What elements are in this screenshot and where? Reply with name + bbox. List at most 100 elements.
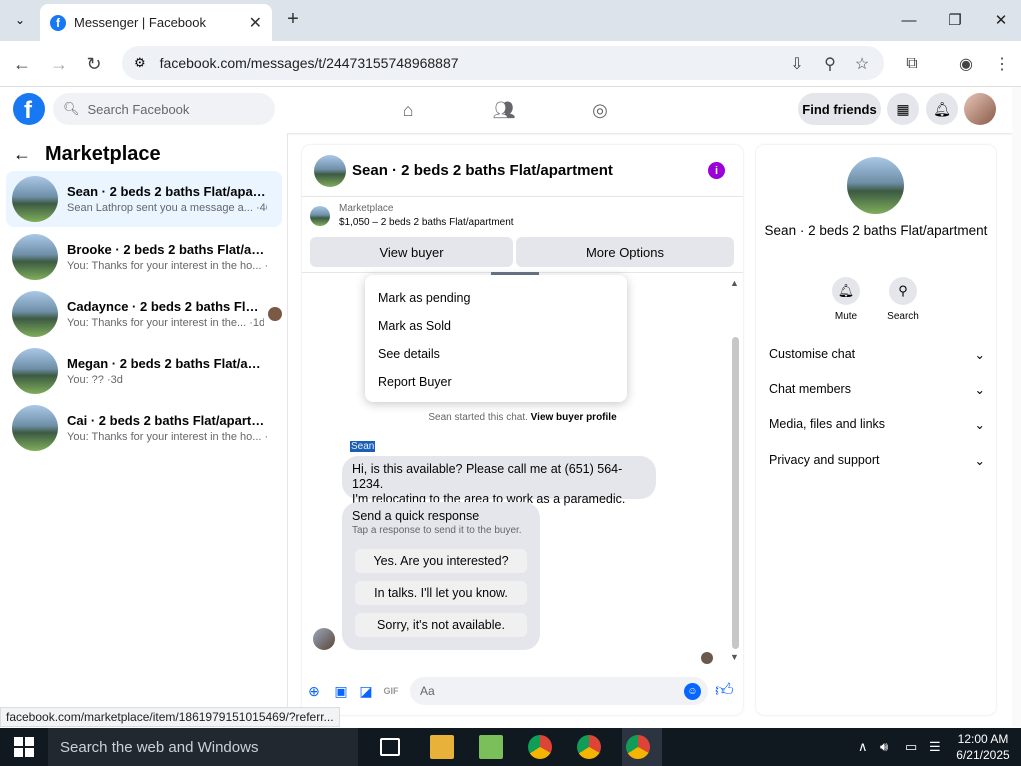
clock-time: 12:00 AM xyxy=(957,732,1009,746)
chat-header: Sean · 2 beds 2 baths Flat/apartment xyxy=(302,145,743,197)
chrome-active-icon[interactable] xyxy=(626,735,650,759)
emoji-icon[interactable]: ☺ xyxy=(684,683,701,700)
find-friends-button[interactable]: Find friends xyxy=(798,93,881,125)
profile-icon[interactable]: ◉ xyxy=(951,49,981,79)
panel-title: Marketplace xyxy=(45,143,161,165)
address-bar[interactable]: ⚙ facebook.com/messages/t/24473155748968… xyxy=(122,46,884,80)
menu-item-report-buyer[interactable]: Report Buyer xyxy=(365,368,627,396)
scroll-down-arrow-icon[interactable]: ▼ xyxy=(730,652,739,662)
chat-panel: Sean · 2 beds 2 baths Flat/apartment i M… xyxy=(302,145,743,715)
page-scrollbar[interactable] xyxy=(1012,87,1021,727)
back-icon[interactable]: ← xyxy=(7,49,37,79)
thumbs-up-icon[interactable]: 👍︎ xyxy=(715,679,734,701)
conversation-preview: You: Thanks for your interest in the... … xyxy=(67,317,265,329)
zoom-icon[interactable]: ⚲ xyxy=(815,49,845,79)
chat-info-panel: Sean · 2 beds 2 baths Flat/apartment 🔔︎ … xyxy=(756,145,996,715)
section-privacy-support[interactable]: Privacy and support ⌄ xyxy=(769,450,985,470)
facebook-favicon-icon: f xyxy=(50,14,66,31)
info-icon[interactable]: i xyxy=(708,162,725,179)
quick-response-button[interactable]: Sorry, it's not available. xyxy=(355,613,527,637)
notification-center-icon[interactable]: ☰ xyxy=(929,739,941,755)
browser-tab[interactable]: f Messenger | Facebook ✕ xyxy=(40,4,272,41)
sender-avatar[interactable] xyxy=(313,628,335,650)
message-input[interactable]: Aa xyxy=(410,677,708,705)
file-explorer-icon[interactable] xyxy=(430,735,454,759)
install-app-icon[interactable]: ⇩ xyxy=(782,49,812,79)
minimize-icon[interactable]: — xyxy=(886,0,932,40)
tab-search-chevron-icon[interactable]: ⌄ xyxy=(8,8,32,32)
sticker-icon[interactable]: ◪ xyxy=(354,679,378,703)
conversation-list-panel: ← Marketplace Sean · 2 beds 2 baths Flat… xyxy=(0,133,288,711)
site-info-icon[interactable]: ⚙ xyxy=(134,55,146,71)
mute-label: Mute xyxy=(834,311,858,322)
photo-icon[interactable]: ▣ xyxy=(329,679,353,703)
windows-start-icon[interactable] xyxy=(14,737,34,757)
marketplace-listing-info[interactable]: Marketplace $1,050 – 2 beds 2 baths Flat… xyxy=(310,203,514,228)
section-chat-members[interactable]: Chat members ⌄ xyxy=(769,379,985,399)
bookmark-star-icon[interactable]: ☆ xyxy=(847,49,877,79)
notifications-bell-icon[interactable]: 🔔︎ xyxy=(926,93,958,125)
facebook-logo-icon[interactable]: f xyxy=(13,93,45,125)
mute-button[interactable]: 🔔︎ Mute xyxy=(826,277,866,322)
reload-icon[interactable]: ↻ xyxy=(79,49,109,79)
listing-name: Sean · 2 beds 2 baths Flat/apartment xyxy=(764,223,988,238)
bell-icon: 🔔︎ xyxy=(832,277,860,305)
seen-avatar xyxy=(268,307,282,321)
tab-close-icon[interactable]: ✕ xyxy=(249,13,262,33)
section-media-files[interactable]: Media, files and links ⌄ xyxy=(769,414,985,434)
menu-item-mark-sold[interactable]: Mark as Sold xyxy=(365,312,627,340)
groups-icon[interactable]: ◎ xyxy=(585,96,615,124)
menu-grid-icon[interactable]: ▦ xyxy=(887,93,919,125)
conversation-preview: You: ?? ·3d xyxy=(67,374,123,386)
conversation-item[interactable]: Megan · 2 beds 2 baths Flat/apart... You:… xyxy=(6,343,282,399)
conversation-name: Cadaynce · 2 beds 2 baths Flat/a... xyxy=(67,299,265,314)
conversation-item[interactable]: Sean · 2 beds 2 baths Flat/apartme... Sea… xyxy=(6,171,282,227)
listing-large-thumbnail xyxy=(847,157,904,214)
chrome-profile-icon[interactable] xyxy=(577,735,601,759)
friends-icon[interactable]: 👥︎ xyxy=(489,96,519,124)
conversation-preview: You: Thanks for your interest in the ho.… xyxy=(67,431,267,443)
more-options-menu: Mark as pending Mark as Sold See details… xyxy=(365,275,627,402)
chrome-menu-icon[interactable]: ⋮ xyxy=(987,49,1017,79)
tray-chevron-icon[interactable]: ∧ xyxy=(858,739,868,755)
chat-title[interactable]: Sean · 2 beds 2 baths Flat/apartment xyxy=(352,162,613,179)
maximize-icon[interactable]: ❐ xyxy=(932,0,978,40)
quick-response-button[interactable]: In talks. I'll let you know. xyxy=(355,581,527,605)
maps-app-icon[interactable] xyxy=(479,735,503,759)
view-buyer-profile-link[interactable]: View buyer profile xyxy=(531,412,617,423)
close-window-icon[interactable]: ✕ xyxy=(978,0,1021,40)
extensions-icon[interactable]: ⧉ xyxy=(897,49,927,79)
menu-item-mark-pending[interactable]: Mark as pending xyxy=(365,284,627,312)
taskbar-search-text: Search the web and Windows xyxy=(60,738,259,756)
system-clock[interactable]: 12:00 AM 6/21/2025 xyxy=(948,731,1018,763)
gif-icon[interactable]: GIF xyxy=(379,679,403,703)
back-arrow-icon[interactable]: ← xyxy=(13,144,31,165)
started-text: Sean started this chat. xyxy=(428,412,528,423)
facebook-search-input[interactable]: 🔍︎ Search Facebook xyxy=(53,93,275,125)
home-icon[interactable]: ⌂ xyxy=(393,96,423,124)
new-tab-icon[interactable]: + xyxy=(282,8,304,30)
plus-icon[interactable]: ⊕ xyxy=(302,679,326,703)
menu-item-see-details[interactable]: See details xyxy=(365,340,627,368)
more-options-button[interactable]: More Options xyxy=(516,237,734,267)
conversation-preview: You: Thanks for your interest in the ho.… xyxy=(67,260,267,272)
taskbar-search-box[interactable]: Search the web and Windows xyxy=(48,728,358,766)
conversation-item[interactable]: Cai · 2 beds 2 baths Flat/apartment You: … xyxy=(6,400,282,456)
account-avatar[interactable] xyxy=(964,93,996,125)
chrome-icon[interactable] xyxy=(528,735,552,759)
view-buyer-button[interactable]: View buyer xyxy=(310,237,513,267)
listing-thumbnail xyxy=(12,405,58,451)
conversation-item[interactable]: Brooke · 2 beds 2 baths Flat/apart... You… xyxy=(6,229,282,285)
task-view-icon[interactable] xyxy=(380,738,400,756)
network-icon[interactable]: ▭ xyxy=(905,739,917,755)
volume-icon[interactable]: 🔊︎ xyxy=(880,739,888,755)
search-conversation-button[interactable]: ⚲ Search xyxy=(883,277,923,322)
scroll-up-arrow-icon[interactable]: ▲ xyxy=(730,278,739,288)
section-customise-chat[interactable]: Customise chat ⌄ xyxy=(769,344,985,364)
facebook-header: f 🔍︎ Search Facebook ⌂ 👥︎ ◎ Find friends… xyxy=(0,87,1012,133)
chat-scrollbar-thumb[interactable] xyxy=(732,337,739,649)
forward-icon[interactable]: → xyxy=(44,49,74,79)
conversation-item[interactable]: Cadaynce · 2 beds 2 baths Flat/a... You: … xyxy=(6,286,282,342)
quick-response-button[interactable]: Yes. Are you interested? xyxy=(355,549,527,573)
quick-response-subtitle: Tap a response to send it to the buyer. xyxy=(352,525,522,536)
